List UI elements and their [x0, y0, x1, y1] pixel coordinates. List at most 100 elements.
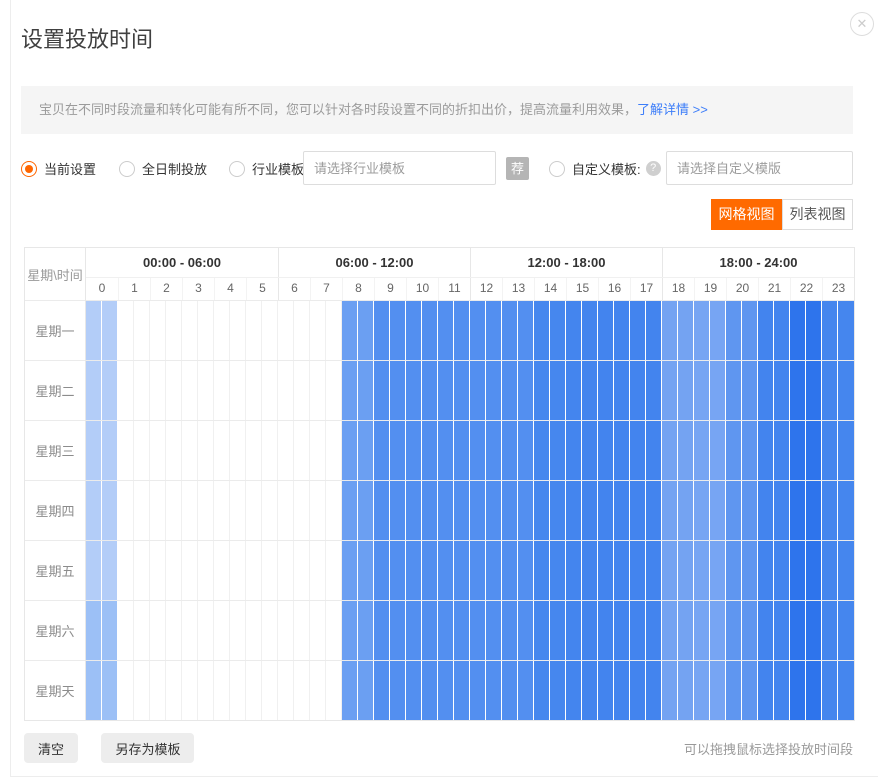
time-slot[interactable] — [662, 541, 694, 600]
time-slot[interactable] — [374, 541, 406, 600]
learn-more-link[interactable]: 了解详情 >> — [637, 102, 708, 117]
time-slot[interactable] — [214, 541, 246, 600]
time-slot[interactable] — [182, 601, 214, 660]
time-slot[interactable] — [310, 361, 342, 420]
time-slot[interactable] — [278, 361, 310, 420]
time-slot[interactable] — [502, 361, 534, 420]
time-slot[interactable] — [662, 661, 694, 720]
time-slot[interactable] — [566, 421, 598, 480]
time-slot[interactable] — [822, 301, 854, 360]
time-slot[interactable] — [374, 361, 406, 420]
radio-custom-template[interactable]: 自定义模板: ? — [549, 151, 661, 186]
time-slot[interactable] — [438, 601, 470, 660]
time-slot[interactable] — [662, 361, 694, 420]
custom-template-input[interactable] — [666, 151, 853, 185]
time-slot[interactable] — [470, 301, 502, 360]
time-slot[interactable] — [758, 361, 790, 420]
time-slot[interactable] — [598, 301, 630, 360]
time-slot[interactable] — [150, 661, 182, 720]
time-slot[interactable] — [86, 301, 118, 360]
time-slot[interactable] — [246, 661, 278, 720]
time-slot[interactable] — [150, 301, 182, 360]
time-slot[interactable] — [758, 541, 790, 600]
time-slot[interactable] — [246, 361, 278, 420]
time-slot[interactable] — [758, 481, 790, 540]
time-slot[interactable] — [118, 361, 150, 420]
time-slot[interactable] — [790, 421, 822, 480]
time-slot[interactable] — [182, 421, 214, 480]
time-slot[interactable] — [214, 661, 246, 720]
time-slot[interactable] — [726, 661, 758, 720]
time-slot[interactable] — [566, 361, 598, 420]
time-slot[interactable] — [182, 361, 214, 420]
time-slot[interactable] — [630, 601, 662, 660]
time-slot[interactable] — [470, 541, 502, 600]
time-slot[interactable] — [214, 421, 246, 480]
time-slot[interactable] — [438, 421, 470, 480]
time-slot[interactable] — [118, 301, 150, 360]
time-slot[interactable] — [406, 421, 438, 480]
time-slot[interactable] — [534, 361, 566, 420]
time-slot[interactable] — [566, 481, 598, 540]
time-slot[interactable] — [630, 481, 662, 540]
time-slot[interactable] — [566, 601, 598, 660]
time-slot[interactable] — [726, 601, 758, 660]
time-slot[interactable] — [278, 301, 310, 360]
time-slot[interactable] — [598, 661, 630, 720]
time-slot[interactable] — [726, 541, 758, 600]
time-slot[interactable] — [342, 601, 374, 660]
tab-grid-view[interactable]: 网格视图 — [711, 199, 782, 230]
time-slot[interactable] — [534, 601, 566, 660]
time-slot[interactable] — [790, 541, 822, 600]
time-slot[interactable] — [438, 481, 470, 540]
time-slot[interactable] — [246, 421, 278, 480]
time-slot[interactable] — [118, 421, 150, 480]
time-slot[interactable] — [374, 421, 406, 480]
time-slot[interactable] — [310, 601, 342, 660]
time-slot[interactable] — [118, 601, 150, 660]
time-slot[interactable] — [758, 601, 790, 660]
time-slot[interactable] — [502, 541, 534, 600]
industry-template-input[interactable] — [303, 151, 496, 185]
time-slot[interactable] — [118, 481, 150, 540]
clear-button[interactable]: 清空 — [24, 733, 78, 763]
time-slot[interactable] — [150, 481, 182, 540]
time-slot[interactable] — [214, 481, 246, 540]
time-slot[interactable] — [470, 421, 502, 480]
time-slot[interactable] — [502, 601, 534, 660]
close-icon[interactable]: ✕ — [850, 12, 874, 36]
time-slot[interactable] — [694, 661, 726, 720]
time-slot[interactable] — [342, 361, 374, 420]
time-slot[interactable] — [630, 661, 662, 720]
time-slot[interactable] — [470, 661, 502, 720]
time-slot[interactable] — [630, 301, 662, 360]
time-slot[interactable] — [534, 481, 566, 540]
time-slot[interactable] — [86, 541, 118, 600]
time-slot[interactable] — [662, 301, 694, 360]
time-slot[interactable] — [822, 661, 854, 720]
time-slot[interactable] — [374, 601, 406, 660]
time-slot[interactable] — [566, 541, 598, 600]
time-slot[interactable] — [278, 661, 310, 720]
time-slot[interactable] — [822, 361, 854, 420]
time-slot[interactable] — [182, 301, 214, 360]
time-slot[interactable] — [790, 661, 822, 720]
time-slot[interactable] — [726, 301, 758, 360]
time-slot[interactable] — [534, 301, 566, 360]
time-slot[interactable] — [310, 661, 342, 720]
time-slot[interactable] — [310, 421, 342, 480]
time-slot[interactable] — [118, 541, 150, 600]
time-slot[interactable] — [822, 421, 854, 480]
time-slot[interactable] — [374, 661, 406, 720]
time-slot[interactable] — [694, 421, 726, 480]
time-slot[interactable] — [246, 541, 278, 600]
time-slot[interactable] — [598, 601, 630, 660]
time-slot[interactable] — [566, 661, 598, 720]
time-slot[interactable] — [598, 541, 630, 600]
time-slot[interactable] — [470, 601, 502, 660]
time-slot[interactable] — [150, 421, 182, 480]
time-slot[interactable] — [502, 661, 534, 720]
time-slot[interactable] — [630, 541, 662, 600]
time-slot[interactable] — [150, 361, 182, 420]
time-slot[interactable] — [598, 361, 630, 420]
